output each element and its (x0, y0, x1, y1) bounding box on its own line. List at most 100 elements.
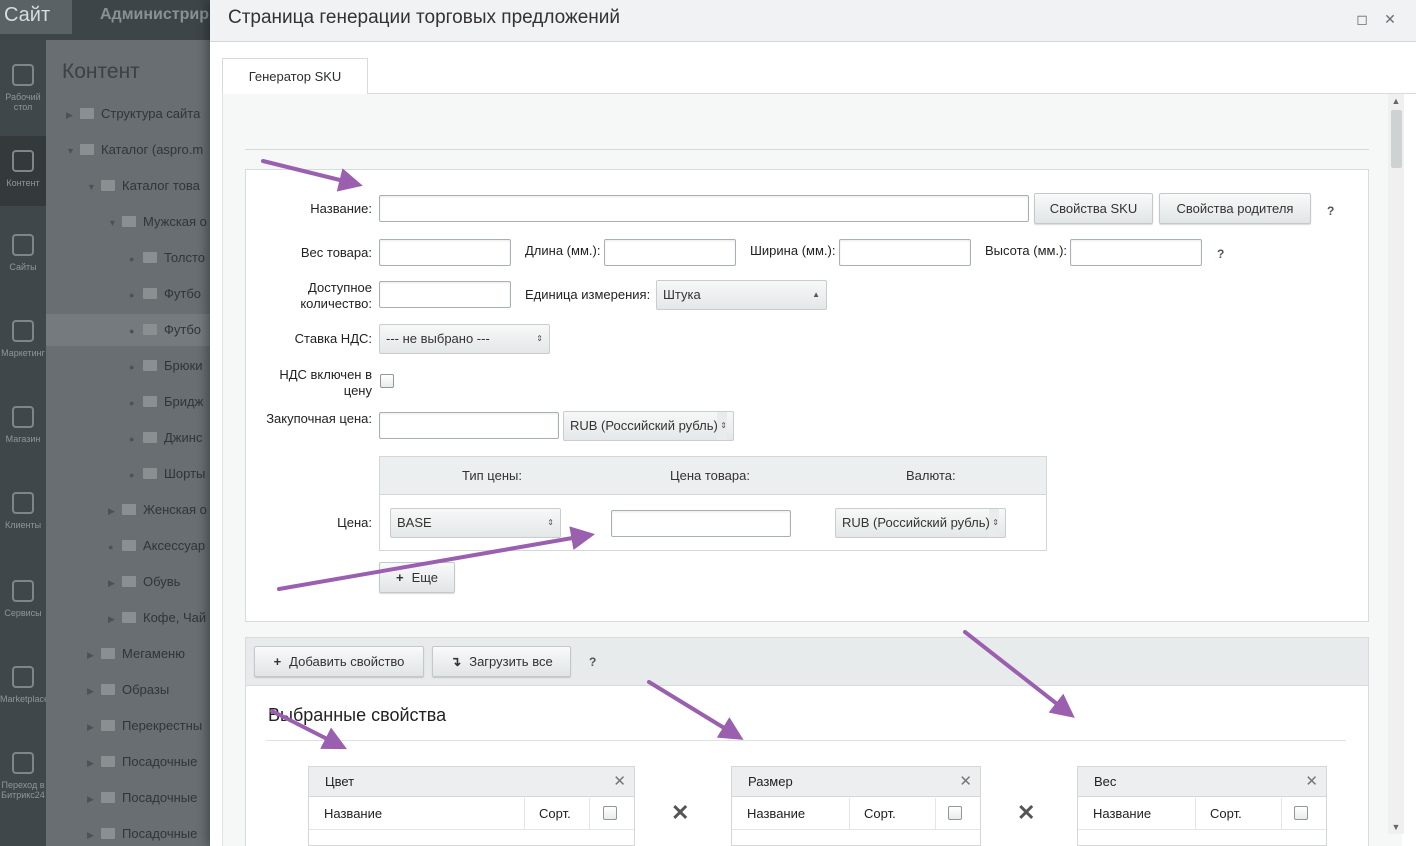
more-button-label: Еще (411, 570, 439, 585)
select-all-checkbox[interactable] (1294, 806, 1308, 820)
folder-icon (101, 792, 115, 803)
purchase-price-field[interactable] (379, 412, 559, 439)
tree-item-label: Брюки (164, 358, 203, 373)
tab-sku-generator[interactable]: Генератор SKU (222, 58, 368, 95)
vat-label: Ставка НДС: (294, 331, 372, 346)
sidebar-item-marketing[interactable]: Маркетинг (0, 306, 46, 376)
tree-item[interactable]: ▼ Каталог това (87, 178, 200, 193)
purchase-price-label: Закупочная цена: (266, 411, 372, 426)
height-field[interactable] (1070, 239, 1202, 266)
parent-props-button[interactable]: Свойства родителя (1159, 193, 1311, 224)
close-icon[interactable]: ✕ (613, 772, 626, 790)
tree-item[interactable]: ● Толсто (129, 250, 205, 265)
folder-icon (101, 720, 115, 731)
tree-item[interactable]: ● Футбо (129, 286, 201, 301)
folder-icon (101, 648, 115, 659)
tree-item-label: Структура сайта (101, 106, 201, 121)
purchase-currency-select[interactable]: RUB (Российский рубль) ⇕ (563, 411, 734, 441)
help-icon[interactable]: ? (1217, 247, 1224, 261)
tree-item-label: Обувь (143, 574, 181, 589)
price-value-field[interactable] (611, 510, 791, 537)
scroll-up-icon[interactable]: ▲ (1388, 94, 1404, 108)
tree-item[interactable]: ▶ Кофе, Чай (108, 610, 206, 625)
sidebar-item-marketplace[interactable]: Marketplace (0, 652, 49, 722)
tree-item[interactable]: ● Джинс (129, 430, 202, 445)
dialog-scrollbar[interactable]: ▲ ▼ (1388, 94, 1404, 834)
tree-item[interactable]: ▶ Посадочные (87, 754, 197, 769)
height-label: Высота (мм.): (985, 243, 1068, 258)
folder-icon (101, 684, 115, 695)
sku-props-button[interactable]: Свойства SKU (1034, 193, 1153, 224)
plus-icon: + (273, 654, 282, 669)
load-all-button[interactable]: ↴ Загрузить все (432, 646, 571, 677)
property-card-header: Размер ✕ (732, 767, 980, 797)
site-tab[interactable]: Сайт (0, 0, 72, 34)
sidebar-item-bitrix24[interactable]: Переход в Битрикс24 (0, 738, 46, 808)
select-all-checkbox[interactable] (603, 806, 617, 820)
sidebar-item-shop[interactable]: Магазин (0, 392, 46, 462)
sites-icon (12, 234, 34, 256)
price-currency-select[interactable]: RUB (Российский рубль) ⇕ (835, 508, 1006, 538)
weight-field[interactable] (379, 239, 511, 266)
quantity-field[interactable] (379, 281, 511, 308)
tree-item[interactable]: ▶ Перекрестны (87, 718, 202, 733)
tree-item-label: Каталог това (122, 178, 200, 193)
property-card: Размер ✕ Название Сорт. (731, 766, 981, 846)
close-icon[interactable]: ✕ (1305, 772, 1318, 790)
chevron-right-icon: ▶ (66, 110, 73, 120)
tree-item[interactable]: ▶ Женская о (108, 502, 207, 517)
name-field[interactable] (379, 195, 1029, 222)
admin-tab-label[interactable]: Администрир (100, 6, 209, 24)
tree-item[interactable]: ▶ Образы (87, 682, 169, 697)
help-icon[interactable]: ? (1327, 204, 1334, 218)
add-property-button[interactable]: + Добавить свойство (254, 646, 424, 677)
name-label: Название: (310, 201, 372, 216)
tree-item[interactable]: ▼ Каталог (aspro.m (66, 142, 203, 157)
load-all-label: Загрузить все (469, 654, 553, 669)
bullet-icon: ● (129, 434, 135, 444)
sidebar-item-desktop[interactable]: Рабочий стол (0, 50, 46, 120)
scroll-thumb[interactable] (1391, 110, 1402, 168)
close-icon[interactable]: ✕ (1380, 9, 1400, 29)
tree-item[interactable]: ▶ Посадочные (87, 826, 197, 841)
purchase-currency-value: RUB (Российский рубль) (570, 418, 718, 433)
vat-select[interactable]: --- не выбрано --- ⇕ (379, 324, 550, 354)
select-arrows-icon: ▲ (812, 290, 820, 299)
more-button[interactable]: + Еще (379, 562, 455, 593)
sidebar-item-services[interactable]: Сервисы (0, 566, 46, 636)
close-icon[interactable]: ✕ (959, 772, 972, 790)
price-type-select[interactable]: BASE ⇕ (390, 508, 561, 538)
target-icon (12, 320, 34, 342)
sidebar-item-clients[interactable]: Клиенты (0, 478, 46, 548)
tree-item[interactable]: ● Аксессуар (108, 538, 205, 553)
bitrix-icon (12, 752, 34, 774)
select-arrows-icon: ⇕ (547, 518, 554, 527)
property-card-header: Вес ✕ (1078, 767, 1326, 797)
tree-item[interactable]: ▶ Мегаменю (87, 646, 185, 661)
unit-select[interactable]: Штука ▲ (656, 280, 827, 310)
chevron-right-icon: ▶ (108, 614, 115, 624)
length-field[interactable] (604, 239, 736, 266)
tree-item[interactable]: ▶ Структура сайта (66, 106, 200, 121)
chevron-right-icon: ▶ (108, 506, 115, 516)
price-value-header: Цена товара: (670, 468, 750, 483)
scroll-down-icon[interactable]: ▼ (1388, 820, 1404, 834)
bullet-icon: ● (129, 398, 135, 408)
tree-item[interactable]: ▶ Обувь (108, 574, 180, 589)
help-icon[interactable]: ? (589, 655, 596, 669)
tree-item[interactable]: ● Брюки (129, 358, 202, 373)
tree-item[interactable]: ● Футбо (129, 322, 201, 337)
maximize-icon[interactable]: ◻ (1352, 9, 1372, 29)
tree-item[interactable]: ▼ Мужская о (108, 214, 207, 229)
tree-item[interactable]: ▶ Посадочные (87, 790, 197, 805)
sidebar-item-content[interactable]: Контент (0, 136, 46, 206)
folder-icon (122, 540, 136, 551)
tree-item[interactable]: ● Бридж (129, 394, 203, 409)
tree-item[interactable]: ● Шорты (129, 466, 205, 481)
vat-included-checkbox[interactable] (380, 374, 394, 388)
sidebar-item-sites[interactable]: Сайты (0, 220, 46, 290)
width-field[interactable] (839, 239, 971, 266)
select-all-checkbox[interactable] (948, 806, 962, 820)
tree-item-label: Образы (122, 682, 170, 697)
chevron-right-icon: ▶ (87, 686, 94, 696)
